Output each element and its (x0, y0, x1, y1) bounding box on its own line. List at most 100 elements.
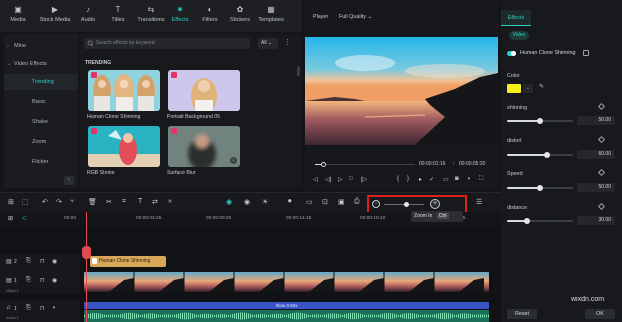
slider-knob[interactable] (537, 118, 543, 124)
tab-transitions[interactable]: ⇆ Transitions (134, 4, 168, 30)
ai-tool-icon[interactable]: ☀ (262, 198, 268, 206)
effect-thumbnail-surface-blur[interactable]: ↓ (168, 126, 240, 167)
eyedropper-icon[interactable]: ✎ (539, 83, 544, 90)
tab-media[interactable]: ▣ Media (4, 4, 32, 30)
folder-icon[interactable]: ⎘ (26, 305, 31, 312)
zoom-in-button[interactable]: + (430, 199, 440, 209)
param-slider-shinning[interactable] (507, 118, 573, 124)
param-value-shinning[interactable]: 50.00 (577, 116, 615, 125)
tab-stock-media[interactable]: ▶ Stock Media (38, 4, 72, 30)
search-input[interactable]: Search effects by keyword (84, 38, 250, 49)
sidebar-item-mine[interactable]: › Mine (4, 38, 78, 54)
video-preview[interactable] (305, 37, 498, 145)
lock-icon[interactable]: ⊓ (40, 258, 45, 265)
sidebar-item-zoom[interactable]: Zoom (4, 134, 78, 150)
video-clip[interactable] (84, 272, 489, 292)
eye-icon[interactable]: ◉ (52, 258, 57, 265)
tab-filters[interactable]: ◐ Filters (196, 4, 224, 30)
tab-templates[interactable]: ▦ Templates (254, 4, 288, 30)
lock-icon[interactable]: ⊓ (40, 277, 45, 284)
effect-clip[interactable]: Human Clone Shinning (90, 256, 166, 267)
effect-thumbnail-portrait-background[interactable] (168, 70, 240, 111)
zoom-slider-track[interactable] (384, 202, 424, 207)
param-slider-speed[interactable] (507, 185, 573, 191)
slider-knob[interactable] (543, 152, 550, 158)
effect-thumbnail-rgb-stroke[interactable] (88, 126, 160, 167)
param-value-distort[interactable]: 60.00 (577, 150, 615, 159)
video-pill[interactable]: Video (509, 31, 529, 40)
cut-icon[interactable]: ✂ (106, 198, 112, 206)
marker-add-icon[interactable]: ⎙ (354, 198, 360, 206)
playhead-handle[interactable] (82, 246, 91, 259)
timeline-playhead[interactable] (82, 212, 91, 322)
crop-icon[interactable]: ⌗ (122, 198, 126, 206)
folder-icon[interactable]: ⎘ (26, 258, 31, 265)
lock-icon[interactable]: ⊓ (40, 305, 45, 312)
collapse-sidebar-button[interactable]: ‹ (64, 176, 74, 185)
param-value-distance[interactable]: 30.00 (577, 216, 615, 225)
keyframe-icon[interactable] (597, 135, 606, 144)
volume-icon[interactable]: ◖ (52, 305, 56, 311)
back-frame-icon[interactable]: ◁| (325, 176, 331, 183)
keyframe-icon[interactable] (597, 168, 606, 177)
ok-button[interactable]: OK (585, 309, 615, 319)
snap-icon[interactable]: ⊡ (322, 198, 328, 206)
slider-knob[interactable] (523, 218, 530, 224)
tab-titles[interactable]: T Titles (104, 4, 132, 30)
snapshot-icon[interactable]: ◙ (455, 176, 459, 182)
param-slider-distort[interactable] (507, 152, 573, 158)
param-slider-distance[interactable] (507, 218, 573, 224)
monitor-icon[interactable]: ▭ (443, 176, 449, 183)
tab-audio[interactable]: ♪ Audio (74, 4, 102, 30)
link-icon[interactable]: ▣ (338, 198, 345, 206)
color-swatch[interactable] (507, 84, 521, 93)
filter-dropdown[interactable]: All ⌄ (258, 38, 278, 49)
playback-progress-track[interactable] (315, 162, 415, 167)
library-scrollbar[interactable] (297, 66, 300, 76)
delete-icon[interactable]: 🗑 (88, 198, 97, 206)
more-options-icon[interactable]: ⋮ (284, 38, 291, 46)
more-tools-icon[interactable]: » (168, 198, 172, 205)
fullscreen-icon[interactable]: ⛶ (479, 176, 483, 183)
folder-icon[interactable]: ⎘ (26, 277, 31, 284)
volume-icon[interactable]: ◖ (467, 176, 471, 182)
tab-effects[interactable]: Effects (501, 10, 531, 26)
layout-icon[interactable]: ⊞ (8, 198, 14, 206)
text-icon[interactable]: T (138, 198, 142, 205)
mark-out-icon[interactable]: } (407, 176, 409, 182)
keyframe-icon[interactable] (597, 102, 606, 111)
keyframe-icon[interactable] (597, 202, 606, 211)
quality-dropdown[interactable]: Full Quality ⌄ (339, 14, 372, 20)
sidebar-item-video-effects[interactable]: ⌄ Video Effects (4, 56, 78, 72)
undo-icon[interactable]: ↶ (42, 198, 48, 206)
zoom-slider-knob[interactable] (404, 202, 409, 207)
zoom-out-button[interactable]: − (372, 200, 380, 208)
sidebar-item-flicker[interactable]: Flicker (4, 154, 78, 170)
eye-icon[interactable]: ◉ (52, 277, 57, 284)
render-preview-icon[interactable]: ◉ (226, 198, 232, 206)
sidebar-item-basic[interactable]: Basic (4, 94, 78, 110)
param-value-speed[interactable]: 50.00 (577, 183, 615, 192)
effect-delete-icon[interactable] (583, 50, 589, 56)
mark-in-icon[interactable]: { (397, 176, 399, 182)
preview-quality-icon[interactable]: ✓ (429, 176, 434, 183)
tab-stickers[interactable]: ✿ Stickers (226, 4, 254, 30)
split-icon[interactable]: ⑂ (70, 198, 74, 205)
sidebar-item-trending[interactable]: Trending (4, 74, 78, 90)
previous-frame-icon[interactable]: ◁ (313, 176, 318, 183)
effect-enable-toggle[interactable] (507, 51, 516, 56)
adjust-icon[interactable]: ⇄ (152, 198, 158, 206)
select-tool-icon[interactable]: ⬚ (22, 198, 29, 206)
next-frame-icon[interactable]: |▷ (361, 176, 367, 183)
color-dropdown[interactable]: ⌄ (523, 84, 533, 93)
reset-button[interactable]: Reset (507, 309, 537, 319)
download-icon[interactable]: ↓ (230, 157, 237, 164)
mic-icon[interactable]: ⏺ (288, 198, 292, 206)
marker-icon[interactable]: ◉ (244, 198, 250, 206)
redo-icon[interactable]: ↷ (56, 198, 62, 206)
effect-thumbnail-human-clone[interactable] (88, 70, 160, 111)
playhead-knob[interactable] (321, 162, 326, 167)
render-icon[interactable]: ▸ (419, 176, 422, 183)
voiceover-icon[interactable]: ▭ (306, 198, 313, 206)
link-track-icon[interactable]: ⊂ (22, 215, 27, 222)
